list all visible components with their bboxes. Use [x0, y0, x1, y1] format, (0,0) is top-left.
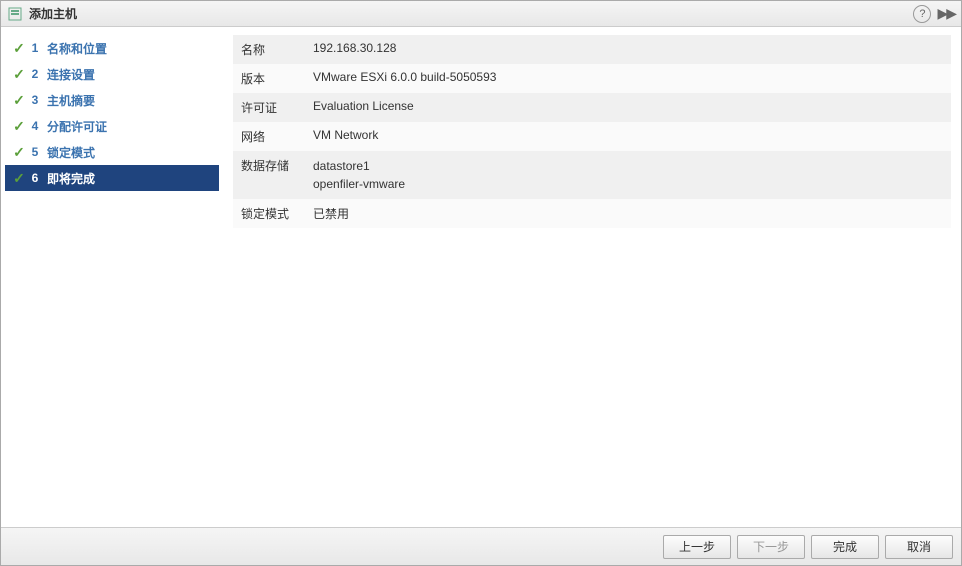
content-panel: 名称 192.168.30.128 版本 VMware ESXi 6.0.0 b… — [223, 27, 961, 527]
summary-value: 已禁用 — [305, 199, 951, 228]
step-number: 4 — [27, 119, 43, 133]
summary-table: 名称 192.168.30.128 版本 VMware ESXi 6.0.0 b… — [233, 35, 951, 228]
titlebar: 添加主机 ? ▶▶ — [1, 1, 961, 27]
check-icon: ✓ — [11, 40, 27, 57]
dialog-title: 添加主机 — [29, 5, 913, 22]
check-icon: ✓ — [11, 66, 27, 83]
step-lockdown-mode[interactable]: ✓ 5 锁定模式 — [5, 139, 219, 165]
datastore-item: datastore1 — [313, 157, 943, 175]
summary-row-name: 名称 192.168.30.128 — [233, 35, 951, 64]
step-label: 分配许可证 — [47, 118, 107, 135]
summary-label: 版本 — [233, 64, 305, 93]
datastore-item: openfiler-vmware — [313, 175, 943, 193]
check-icon: ✓ — [11, 92, 27, 109]
step-assign-license[interactable]: ✓ 4 分配许可证 — [5, 113, 219, 139]
next-button: 下一步 — [737, 535, 805, 559]
step-connection-settings[interactable]: ✓ 2 连接设置 — [5, 61, 219, 87]
wizard-steps: ✓ 1 名称和位置 ✓ 2 连接设置 ✓ 3 主机摘要 ✓ 4 分配许可证 ✓ — [1, 27, 223, 527]
summary-row-lockdown: 锁定模式 已禁用 — [233, 199, 951, 228]
back-button[interactable]: 上一步 — [663, 535, 731, 559]
summary-label: 锁定模式 — [233, 199, 305, 228]
summary-row-datastore: 数据存储 datastore1 openfiler-vmware — [233, 151, 951, 199]
summary-value: VM Network — [305, 122, 951, 151]
summary-value: Evaluation License — [305, 93, 951, 122]
summary-row-license: 许可证 Evaluation License — [233, 93, 951, 122]
summary-value: 192.168.30.128 — [305, 35, 951, 64]
step-label: 连接设置 — [47, 66, 95, 83]
step-number: 3 — [27, 93, 43, 107]
step-ready-complete[interactable]: ✓ 6 即将完成 — [5, 165, 219, 191]
step-label: 名称和位置 — [47, 40, 107, 57]
check-icon: ✓ — [11, 118, 27, 135]
main-area: ✓ 1 名称和位置 ✓ 2 连接设置 ✓ 3 主机摘要 ✓ 4 分配许可证 ✓ — [1, 27, 961, 527]
summary-label: 网络 — [233, 122, 305, 151]
step-label: 锁定模式 — [47, 144, 95, 161]
summary-value: VMware ESXi 6.0.0 build-5050593 — [305, 64, 951, 93]
button-bar: 上一步 下一步 完成 取消 — [1, 527, 961, 565]
step-label: 主机摘要 — [47, 92, 95, 109]
summary-label: 许可证 — [233, 93, 305, 122]
finish-button[interactable]: 完成 — [811, 535, 879, 559]
step-number: 5 — [27, 145, 43, 159]
step-number: 6 — [27, 171, 43, 185]
check-icon: ✓ — [11, 170, 27, 187]
step-label: 即将完成 — [47, 170, 95, 187]
host-icon — [7, 6, 23, 22]
add-host-wizard: 添加主机 ? ▶▶ ✓ 1 名称和位置 ✓ 2 连接设置 ✓ 3 主机摘要 ✓ … — [0, 0, 962, 566]
cancel-button[interactable]: 取消 — [885, 535, 953, 559]
summary-row-version: 版本 VMware ESXi 6.0.0 build-5050593 — [233, 64, 951, 93]
step-number: 2 — [27, 67, 43, 81]
step-host-summary[interactable]: ✓ 3 主机摘要 — [5, 87, 219, 113]
summary-row-network: 网络 VM Network — [233, 122, 951, 151]
summary-value: datastore1 openfiler-vmware — [305, 151, 951, 199]
step-number: 1 — [27, 41, 43, 55]
summary-label: 数据存储 — [233, 151, 305, 199]
forward-icon[interactable]: ▶▶ — [937, 5, 955, 22]
help-icon[interactable]: ? — [913, 5, 931, 23]
summary-label: 名称 — [233, 35, 305, 64]
check-icon: ✓ — [11, 144, 27, 161]
step-name-location[interactable]: ✓ 1 名称和位置 — [5, 35, 219, 61]
